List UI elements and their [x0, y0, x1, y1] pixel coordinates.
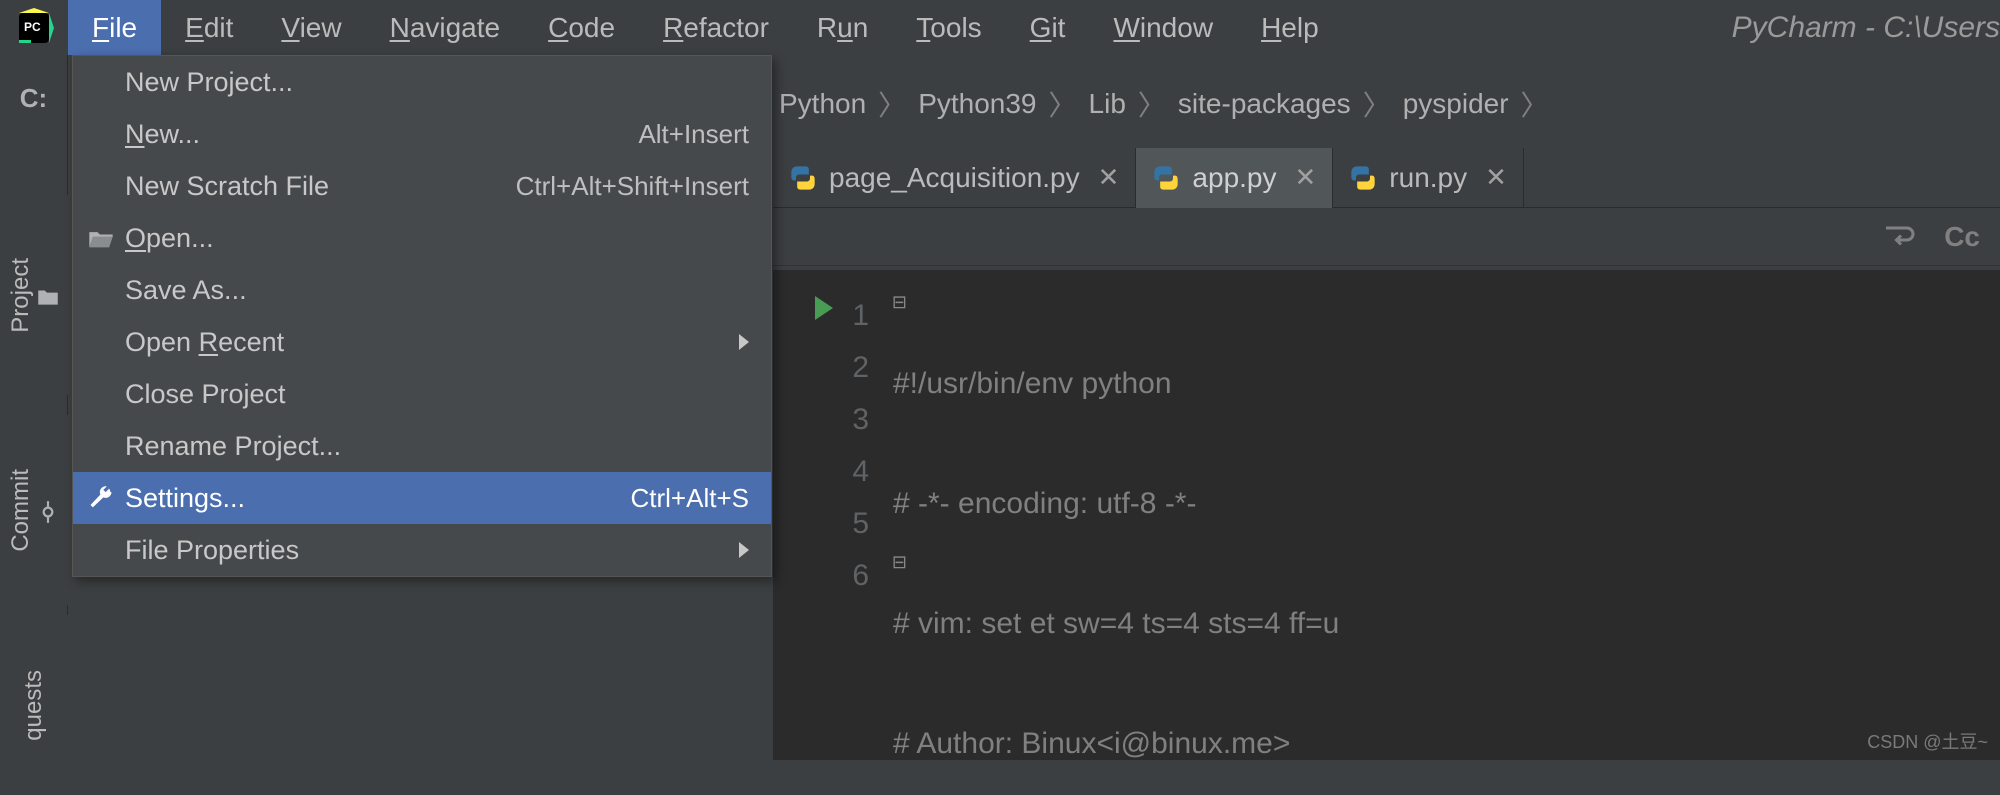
svg-text:PC: PC: [24, 20, 41, 34]
menu-run[interactable]: Run: [793, 0, 892, 55]
close-icon[interactable]: ✕: [1485, 162, 1507, 193]
menu-edit[interactable]: Edit: [161, 0, 257, 55]
menu-settings[interactable]: Settings...Ctrl+Alt+S: [73, 472, 771, 524]
crumb-seg[interactable]: site-packages: [1172, 88, 1357, 120]
folder-icon: [35, 284, 61, 315]
code-editor[interactable]: ⊟ ⊟ 1 2 3 4 5 6 #!/usr/bin/env python # …: [773, 270, 2000, 760]
menu-save-as[interactable]: Save As...: [73, 264, 771, 316]
tool-window-project[interactable]: Project: [0, 195, 68, 395]
chevron-right-icon: 〉: [872, 84, 912, 124]
run-gutter-icon[interactable]: [815, 296, 833, 320]
fold-icon[interactable]: ⊟: [892, 292, 907, 313]
menu-code[interactable]: Code: [524, 0, 639, 55]
window-title: PyCharm - C:\Users: [1732, 11, 2000, 45]
menu-rename-project[interactable]: Rename Project...: [73, 420, 771, 472]
crumb-seg[interactable]: Python: [773, 88, 872, 120]
tool-window-commit[interactable]: Commit: [0, 415, 68, 605]
editor-tab[interactable]: run.py ✕: [1333, 148, 1524, 208]
drive-indicator: C:: [0, 55, 67, 114]
line-number: 4: [773, 446, 869, 498]
line-number: 5: [773, 498, 869, 550]
left-tool-rail: C: Project Commit quests: [0, 55, 68, 760]
close-icon[interactable]: ✕: [1098, 162, 1120, 193]
breadcrumb: Python〉 Python39〉 Lib〉 site-packages〉 py…: [773, 60, 2000, 148]
menu-file[interactable]: File: [68, 0, 161, 55]
python-file-icon: [1349, 164, 1377, 192]
chevron-right-icon: 〉: [1357, 84, 1397, 124]
editor-toolbar: Cc: [773, 208, 2000, 266]
code-line: # Author: Binux<i@binux.me>: [893, 718, 2000, 760]
chevron-right-icon: 〉: [1132, 84, 1172, 124]
code-line: #!/usr/bin/env python: [893, 358, 2000, 410]
menu-new-project[interactable]: New Project...: [73, 56, 771, 108]
python-file-icon: [1152, 164, 1180, 192]
menu-file-properties[interactable]: File Properties: [73, 524, 771, 576]
fold-icon[interactable]: ⊟: [892, 552, 907, 573]
line-number: 3: [773, 394, 869, 446]
tab-label: app.py: [1192, 162, 1276, 194]
chevron-right-icon: 〉: [1043, 84, 1083, 124]
close-icon[interactable]: ✕: [1295, 162, 1317, 193]
editor-tab-bar: page_Acquisition.py ✕ app.py ✕ run.py ✕: [773, 148, 2000, 208]
line-number: 6: [773, 550, 869, 602]
menu-view[interactable]: View: [257, 0, 365, 55]
menu-new-scratch[interactable]: New Scratch FileCtrl+Alt+Shift+Insert: [73, 160, 771, 212]
submenu-arrow-icon: [739, 542, 749, 558]
menu-open-recent[interactable]: Open Recent: [73, 316, 771, 368]
tab-label: page_Acquisition.py: [829, 162, 1080, 194]
menu-navigate[interactable]: Navigate: [366, 0, 525, 55]
menu-bar: PC File Edit View Navigate Code Refactor…: [0, 0, 2000, 55]
crumb-seg[interactable]: pyspider: [1397, 88, 1515, 120]
wrench-icon: [87, 484, 115, 512]
submenu-arrow-icon: [739, 334, 749, 350]
app-icon: PC: [0, 0, 68, 55]
editor-tab[interactable]: page_Acquisition.py ✕: [773, 148, 1136, 208]
watermark: CSDN @土豆~: [1867, 728, 1988, 754]
crumb-seg[interactable]: Lib: [1083, 88, 1132, 120]
crumb-seg[interactable]: Python39: [912, 88, 1042, 120]
menu-refactor[interactable]: Refactor: [639, 0, 793, 55]
line-number: 2: [773, 342, 869, 394]
menu-git[interactable]: Git: [1006, 0, 1090, 55]
chevron-right-icon: 〉: [1515, 84, 1555, 124]
python-file-icon: [789, 164, 817, 192]
file-menu-dropdown: New Project... New...Alt+Insert New Scra…: [72, 55, 772, 577]
code-line: # vim: set et sw=4 ts=4 sts=4 ff=u: [893, 598, 2000, 650]
menu-open[interactable]: Open...: [73, 212, 771, 264]
folder-open-icon: [87, 224, 115, 252]
menu-window[interactable]: Window: [1089, 0, 1237, 55]
code-line: # -*- encoding: utf-8 -*-: [893, 478, 2000, 530]
soft-wrap-icon[interactable]: [1880, 219, 1916, 255]
menu-tools[interactable]: Tools: [892, 0, 1005, 55]
code-lines[interactable]: #!/usr/bin/env python # -*- encoding: ut…: [893, 270, 2000, 760]
menu-close-project[interactable]: Close Project: [73, 368, 771, 420]
menu-help[interactable]: Help: [1237, 0, 1343, 55]
match-case-toggle[interactable]: Cc: [1944, 221, 1980, 253]
menu-new[interactable]: New...Alt+Insert: [73, 108, 771, 160]
line-gutter: ⊟ ⊟ 1 2 3 4 5 6: [773, 270, 893, 760]
tool-window-requests[interactable]: quests: [0, 615, 68, 795]
commit-icon: [35, 499, 61, 530]
editor-tab[interactable]: app.py ✕: [1136, 148, 1333, 208]
tab-label: run.py: [1389, 162, 1467, 194]
